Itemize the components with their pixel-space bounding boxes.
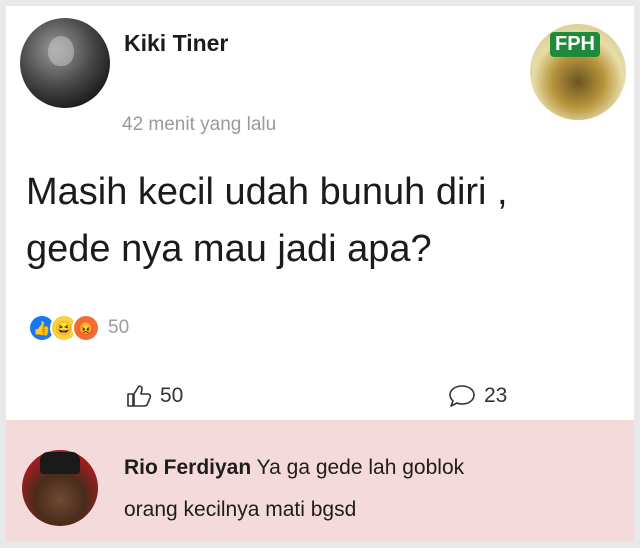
like-count: 50 (160, 384, 184, 407)
author-name[interactable]: Kiki Tiner (124, 30, 228, 57)
comment-text-line-1: Ya ga gede lah goblok (256, 456, 465, 479)
group-logo[interactable]: FPH (530, 24, 626, 120)
reaction-summary[interactable]: 👍 😆 😡 50 (28, 314, 130, 342)
angry-reaction-icon: 😡 (72, 314, 100, 342)
post-text-line-1: Masih kecil udah bunuh diri , (26, 171, 508, 213)
post-body: Masih kecil udah bunuh diri , gede nya m… (26, 164, 626, 278)
post-timestamp[interactable]: 42 menit yang lalu (122, 114, 276, 136)
commenter-name[interactable]: Rio Ferdiyan (124, 456, 251, 479)
group-logo-text: FPH (550, 32, 600, 57)
comment-button[interactable]: 23 (448, 384, 507, 408)
comment: Rio Ferdiyan Ya ga gede lah goblok orang… (6, 420, 634, 542)
author-avatar[interactable] (20, 18, 110, 108)
thumbs-up-icon (127, 385, 152, 407)
commenter-avatar[interactable] (22, 450, 98, 526)
like-button[interactable]: 50 (126, 384, 183, 408)
reaction-count: 50 (108, 317, 130, 338)
comment-bubble-icon (449, 385, 475, 407)
comment-text-line-2: orang kecilnya mati bgsd (124, 498, 357, 521)
comment-count: 23 (484, 384, 508, 407)
comment-line-1: Rio Ferdiyan Ya ga gede lah goblok (124, 456, 464, 480)
post-card: Kiki Tiner 42 menit yang lalu FPH Masih … (6, 6, 634, 542)
post-text-line-2: gede nya mau jadi apa? (26, 228, 432, 270)
